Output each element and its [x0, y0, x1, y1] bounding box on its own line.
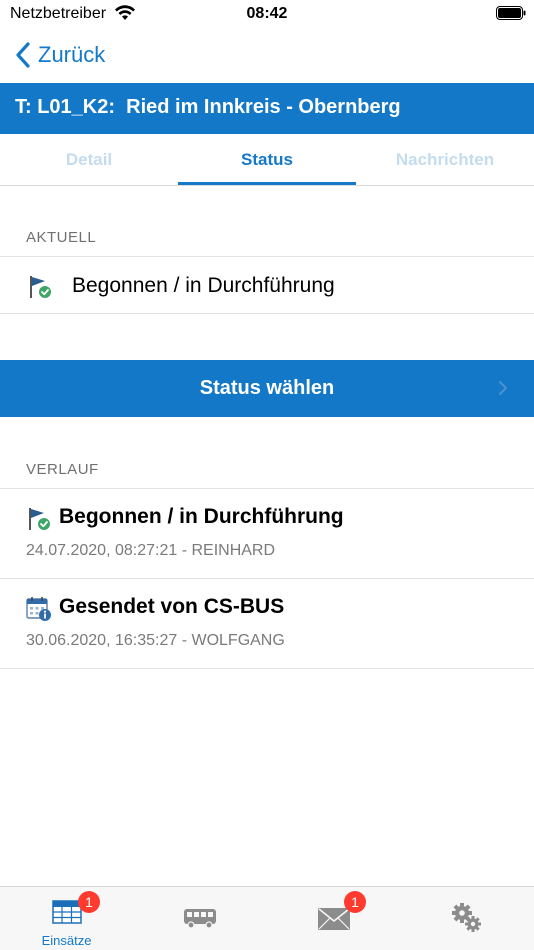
flag-check-icon — [29, 508, 50, 530]
notification-badge: 1 — [78, 891, 100, 913]
tabbar-item-bus[interactable] — [133, 887, 266, 950]
current-status-text: Begonnen / in Durchführung — [72, 274, 335, 297]
status-bar: Netzbetreiber 08:42 — [0, 0, 534, 30]
page-title: T: L01_K2: Ried im Innkreis - Obernberg — [15, 96, 401, 118]
bus-icon — [183, 909, 216, 929]
tabbar-label: Einsätze — [41, 933, 92, 948]
tab-active-indicator — [178, 182, 356, 185]
section-label-current: AKTUELL — [26, 229, 97, 246]
segment-tabs: Detail Status Nachrichten — [0, 134, 534, 186]
battery-icon — [496, 6, 526, 20]
tabbar-item-einsaetze[interactable]: 1 Einsätze — [0, 887, 133, 950]
back-button[interactable]: Zurück — [14, 40, 105, 70]
navigation-bar: Zurück — [0, 30, 534, 83]
clock: 08:42 — [246, 5, 288, 22]
mail-icon — [317, 908, 350, 930]
history-item: Begonnen / in Durchführung 24.07.2020, 0… — [0, 489, 534, 579]
tab-nachrichten[interactable]: Nachrichten — [356, 134, 534, 186]
notification-badge: 1 — [344, 891, 366, 913]
choose-status-label: Status wählen — [199, 377, 335, 399]
tour-header: T: L01_K2: Ried im Innkreis - Obernberg — [0, 83, 534, 134]
tabbar-item-messages[interactable]: 1 — [267, 887, 400, 950]
divider — [0, 668, 534, 669]
current-status-row: Begonnen / in Durchführung — [0, 257, 534, 313]
calendar-info-icon — [26, 597, 51, 621]
tab-detail[interactable]: Detail — [0, 134, 178, 186]
chevron-right-icon — [499, 381, 507, 395]
tabbar-item-settings[interactable] — [400, 887, 533, 950]
back-label: Zurück — [38, 42, 106, 67]
history-item-title: Gesendet von CS-BUS — [59, 595, 285, 618]
bottom-tab-bar: 1 Einsätze 1 — [0, 886, 534, 950]
tab-status[interactable]: Status — [178, 134, 356, 186]
choose-status-button[interactable]: Status wählen — [0, 360, 534, 417]
history-item-title: Begonnen / in Durchführung — [59, 505, 344, 528]
divider — [0, 313, 534, 314]
history-item-meta: 24.07.2020, 08:27:21 - REINHARD — [26, 542, 276, 559]
chevron-left-icon — [16, 42, 30, 68]
table-grid-icon — [51, 900, 82, 924]
gears-icon — [451, 903, 481, 932]
history-item-meta: 30.06.2020, 16:35:27 - WOLFGANG — [26, 632, 285, 649]
section-label-history: VERLAUF — [26, 461, 99, 478]
history-item: Gesendet von CS-BUS 30.06.2020, 16:35:27… — [0, 579, 534, 669]
flag-check-icon — [30, 276, 51, 298]
